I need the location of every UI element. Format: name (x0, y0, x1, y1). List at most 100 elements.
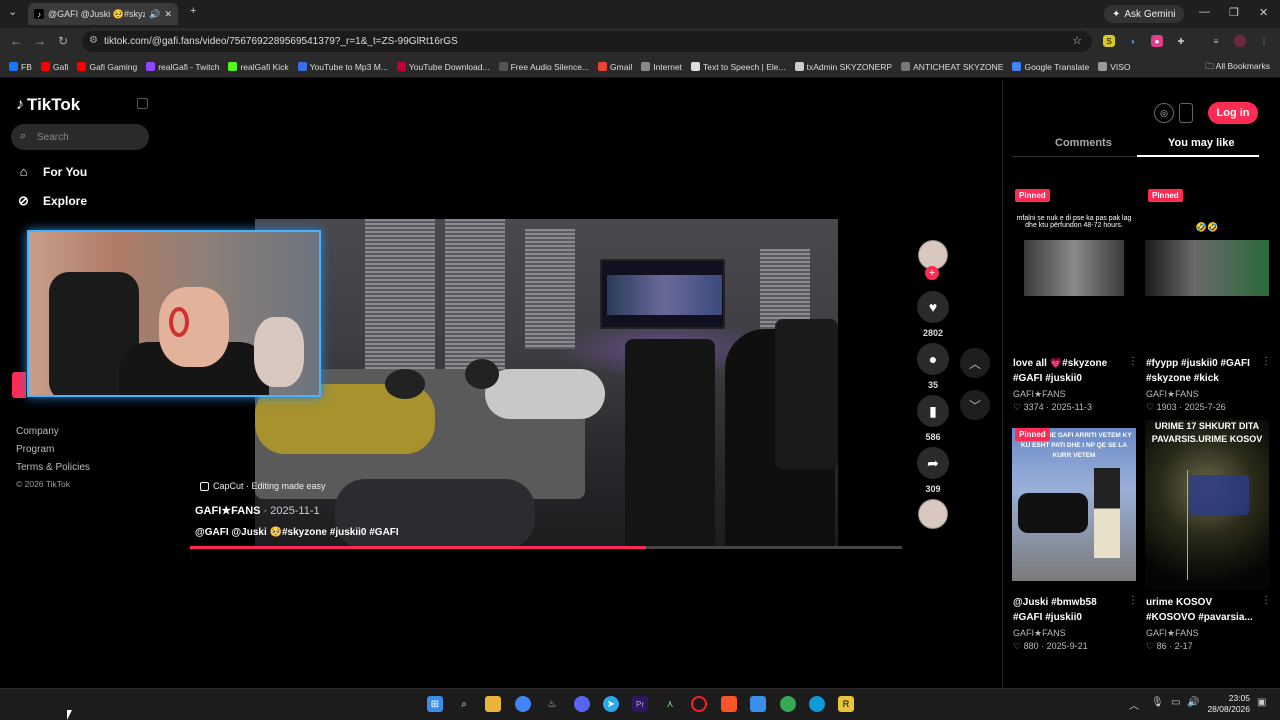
tiktok-logo[interactable]: ♪ TikTok (16, 95, 80, 115)
next-video-button[interactable]: ﹀ (960, 390, 990, 420)
link-company[interactable]: Company (16, 426, 59, 437)
bookmark-item[interactable]: VISO (1098, 62, 1131, 72)
card-caption[interactable]: urime KOSOV #KOSOVO #pavarsia... (1146, 595, 1258, 625)
notifications-icon[interactable]: ▣ (1257, 697, 1266, 708)
tab-close-button[interactable]: ✕ (164, 9, 172, 20)
speaker-icon[interactable]: 🔊 (149, 9, 160, 20)
extensions-puzzle-icon[interactable]: ✚ (1175, 35, 1187, 47)
app-icon[interactable]: ⋏ (662, 696, 678, 712)
restore-icon[interactable]: ❐ (1229, 6, 1239, 19)
profile-avatar[interactable] (1234, 35, 1246, 47)
extension-wave-icon[interactable]: ◗ (1127, 35, 1139, 47)
brave-icon[interactable] (721, 696, 737, 712)
video-author[interactable]: GAFI★FANS · 2025-11-1 (195, 504, 320, 517)
video-progress-bar[interactable] (190, 546, 902, 549)
bookmark-item[interactable]: ANTICHEAT SKYZONE (901, 62, 1003, 72)
link-terms[interactable]: Terms & Policies (16, 462, 90, 473)
share-button[interactable]: ➦ 309 (916, 447, 950, 494)
bookmark-item[interactable]: Gmail (598, 62, 632, 72)
tab-search-icon[interactable]: ⌄ (8, 5, 17, 18)
collapse-sidebar-icon[interactable] (137, 98, 148, 109)
bookmark-item[interactable]: Internet (641, 62, 682, 72)
bookmark-item[interactable]: Gafi (40, 62, 68, 72)
like-button[interactable]: ♥ 2802 (916, 291, 950, 338)
follow-plus-icon[interactable]: + (925, 266, 939, 280)
tab-you-may-like[interactable]: You may like (1168, 137, 1234, 149)
more-options-icon[interactable]: ⋮ (1128, 356, 1138, 367)
card-caption[interactable]: @Juski #bmwb58 #GAFI #juskii0 (1013, 595, 1125, 625)
sound-avatar-button[interactable] (916, 499, 950, 529)
microphone-icon[interactable]: 🎙 (1151, 697, 1164, 708)
nav-for-you[interactable]: ⌂ For You (16, 164, 88, 179)
video-player[interactable] (255, 219, 838, 549)
bookmark-item[interactable]: Gafi Gaming (77, 62, 137, 72)
telegram-icon[interactable]: ➤ (603, 696, 619, 712)
card-caption[interactable]: love all 💗#skyzone #GAFI #juskii0 (1013, 356, 1125, 386)
capcut-tag[interactable]: CapCut · Editing made easy (200, 481, 326, 491)
card-author[interactable]: GAFI★FANS (1146, 628, 1199, 639)
video-thumbnail[interactable]: mfalni se nuk e di pse ka pas pak lag dh… (1012, 184, 1136, 351)
site-info-icon[interactable]: ⚙ (89, 35, 98, 46)
reload-icon[interactable]: ↻ (58, 34, 68, 48)
steam-icon[interactable]: ♨ (544, 696, 560, 712)
volume-icon[interactable]: 🔊 (1187, 697, 1199, 708)
coin-icon[interactable]: ◎ (1154, 103, 1174, 123)
bookmark-item[interactable]: Google Translate (1012, 62, 1089, 72)
tab-comments[interactable]: Comments (1055, 137, 1112, 149)
new-tab-button[interactable]: + (190, 5, 196, 17)
video-thumbnail[interactable]: DONI SI DHE GAFI ARRITI VETEM KY KU ESHT… (1012, 428, 1136, 581)
taskbar-clock[interactable]: 23:05 28/08/2026 (1204, 693, 1250, 715)
window-close-icon[interactable]: ✕ (1259, 6, 1268, 19)
card-author[interactable]: GAFI★FANS (1013, 389, 1066, 400)
premiere-icon[interactable]: Pr (632, 696, 648, 712)
comment-button[interactable]: ● 35 (916, 343, 950, 390)
video-thumbnail[interactable]: 🤣🤣 (1145, 184, 1269, 351)
ask-gemini-button[interactable]: ✦ Ask Gemini (1104, 5, 1184, 23)
all-bookmarks-folder[interactable]: 🗀 All Bookmarks (1205, 61, 1270, 75)
media-control-icon[interactable]: ≡ (1210, 35, 1222, 47)
bookmark-item[interactable]: FB (9, 62, 32, 72)
chrome-icon[interactable] (515, 696, 531, 712)
back-icon[interactable]: ← (10, 34, 22, 48)
bookmark-item[interactable]: realGafi Kick (228, 62, 289, 72)
card-caption[interactable]: #fyypp #juskii0 #GAFI #skyzone #kick (1146, 356, 1258, 386)
bookmark-star-icon[interactable]: ☆ (1072, 34, 1082, 47)
browser-menu-icon[interactable]: ⋮ (1258, 35, 1270, 47)
bookmark-item[interactable]: Free Audio Silence... (498, 62, 589, 72)
save-button[interactable]: ▮ 586 (916, 395, 950, 442)
network-icon[interactable]: ▭ (1171, 697, 1180, 708)
chrome-alt-icon[interactable] (780, 696, 796, 712)
minimize-icon[interactable]: — (1199, 6, 1210, 18)
taskbar-search-icon[interactable]: ⌕ (456, 696, 472, 712)
app-r-icon[interactable]: R (838, 696, 854, 712)
mobile-app-icon[interactable] (1179, 103, 1193, 123)
more-options-icon[interactable]: ⋮ (1261, 595, 1271, 606)
extension-pink-icon[interactable]: ● (1151, 35, 1163, 47)
discord-icon[interactable] (574, 696, 590, 712)
bookmark-item[interactable]: YouTube Download... (396, 62, 490, 72)
bookmark-item[interactable]: realGafi - Twitch (146, 62, 219, 72)
start-icon[interactable]: ⊞ (427, 696, 443, 712)
extension-s-icon[interactable]: S (1103, 35, 1115, 47)
file-explorer-icon[interactable] (485, 696, 501, 712)
card-author[interactable]: GAFI★FANS (1146, 389, 1199, 400)
browser-tab[interactable]: ♪ @GAFI @Juski 🥺#skyzone 🔊 ✕ (28, 3, 178, 25)
more-options-icon[interactable]: ⋮ (1128, 595, 1138, 606)
link-program[interactable]: Program (16, 444, 54, 455)
tray-chevron-icon[interactable]: ︿ (1129, 697, 1139, 712)
bookmark-item[interactable]: YouTube to Mp3 M... (297, 62, 388, 72)
edge-icon[interactable] (809, 696, 825, 712)
upload-button-edge[interactable] (12, 372, 26, 398)
bookmark-item[interactable]: txAdmin SKYZONERP (794, 62, 892, 72)
address-bar[interactable]: ⚙ tiktok.com/@gafi.fans/video/7567692289… (82, 31, 1092, 52)
nav-explore[interactable]: ⊘ Explore (16, 193, 87, 209)
app-blue-icon[interactable] (750, 696, 766, 712)
card-author[interactable]: GAFI★FANS (1013, 628, 1066, 639)
forward-icon[interactable]: → (34, 34, 46, 48)
login-button[interactable]: Log in (1208, 102, 1258, 124)
more-options-icon[interactable]: ⋮ (1261, 356, 1271, 367)
video-thumbnail[interactable]: URIME 17 SHKURT DITA PAVARSIS.URIME KOSO… (1145, 420, 1269, 590)
opera-icon[interactable] (691, 696, 707, 712)
bookmark-item[interactable]: Text to Speech | Ele... (691, 62, 786, 72)
search-input[interactable]: ⌕ Search (11, 124, 149, 150)
